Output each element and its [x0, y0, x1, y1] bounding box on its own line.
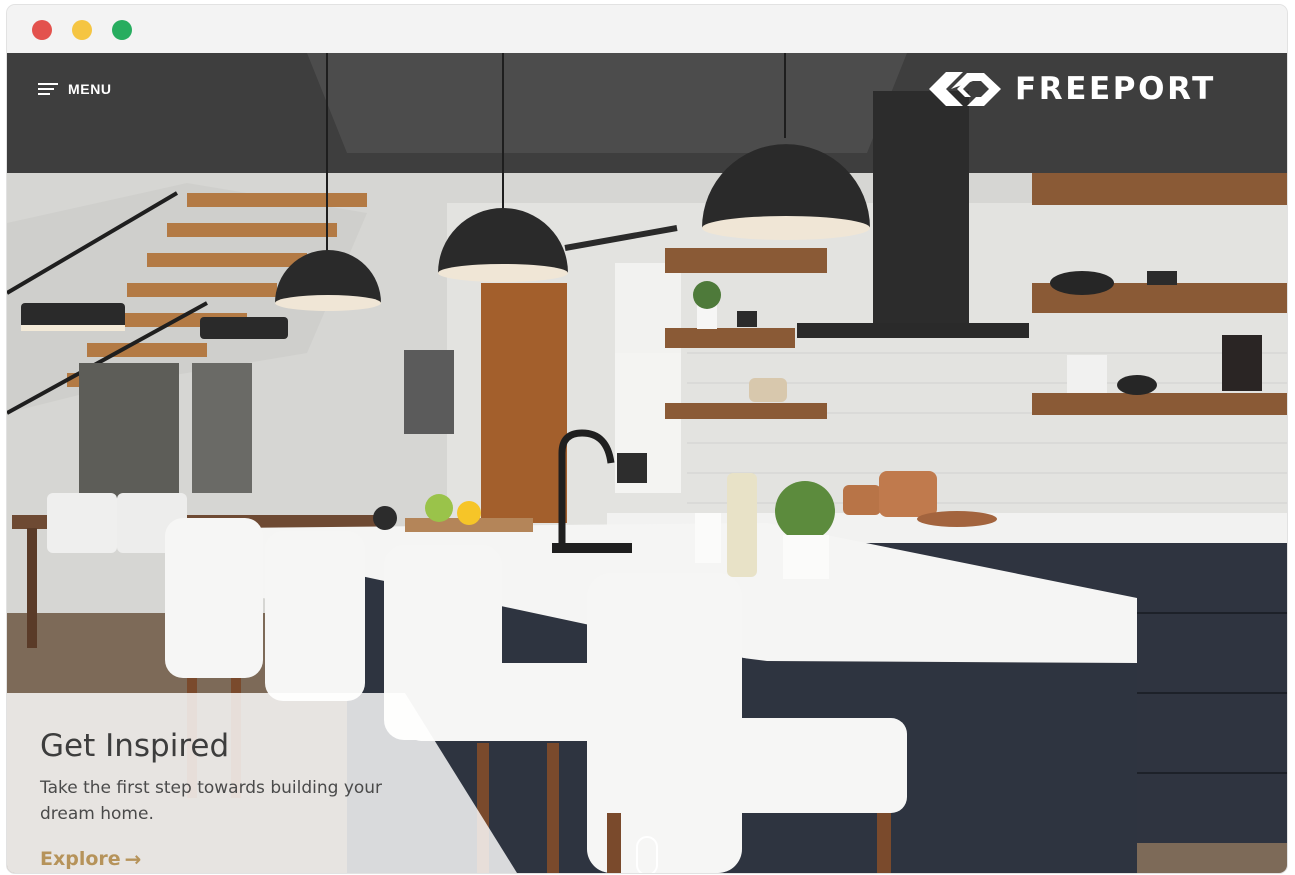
promo-text: Take the first step towards building you…	[40, 778, 383, 824]
freeport-logo-icon	[929, 72, 1001, 106]
promo-title: Get Inspired	[40, 728, 230, 764]
hero-section: MENU FREEPORT Get Inspired Take the firs…	[7, 53, 1287, 873]
arrow-right-icon: →	[124, 847, 142, 871]
menu-label: MENU	[68, 81, 112, 97]
explore-link-label: Explore	[40, 848, 121, 870]
explore-link[interactable]: Explore →	[40, 847, 141, 871]
minimize-window-button[interactable]	[72, 20, 92, 40]
browser-window: MENU FREEPORT Get Inspired Take the firs…	[7, 5, 1287, 873]
brand-name: FREEPORT	[1015, 71, 1216, 107]
close-window-button[interactable]	[32, 20, 52, 40]
title-bar	[7, 5, 1287, 53]
scroll-indicator-icon[interactable]	[636, 836, 658, 873]
promo-panel: Get Inspired Take the first step towards…	[7, 693, 547, 873]
menu-button[interactable]: MENU	[38, 78, 112, 100]
maximize-window-button[interactable]	[112, 20, 132, 40]
brand-logo[interactable]: FREEPORT	[929, 69, 1216, 109]
hamburger-icon	[38, 82, 58, 96]
